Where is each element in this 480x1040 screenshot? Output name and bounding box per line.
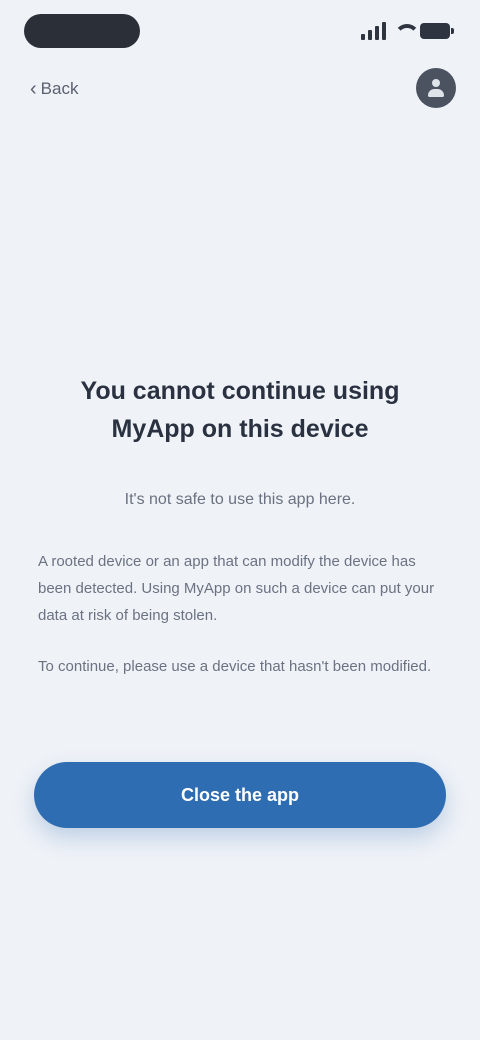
body-paragraph-2: To continue, please use a device that ha… bbox=[38, 658, 432, 675]
page-title: You cannot continue using MyApp on this … bbox=[80, 377, 400, 443]
header: ‹ Back bbox=[0, 66, 480, 116]
blocked-device-screen: 9:41 ‹ Back You cannot continue using My… bbox=[0, 0, 480, 1040]
user-icon bbox=[426, 78, 446, 98]
avatar-button[interactable] bbox=[416, 68, 456, 108]
close-app-button[interactable]: Close the app bbox=[34, 762, 446, 828]
status-bar: 9:41 bbox=[0, 0, 480, 62]
page-subtitle: It's not safe to use this app here. bbox=[124, 491, 356, 508]
message-content: You cannot continue using MyApp on this … bbox=[38, 372, 442, 680]
signal-icon bbox=[361, 22, 386, 40]
battery-icon bbox=[420, 23, 454, 39]
wifi-icon bbox=[394, 24, 420, 38]
back-label: Back bbox=[40, 79, 79, 98]
status-icons bbox=[361, 20, 454, 42]
chevron-left-icon: ‹ bbox=[30, 78, 37, 100]
status-time: 9:41 bbox=[24, 14, 140, 48]
body-paragraph-1: A rooted device or an app that can modif… bbox=[38, 553, 435, 624]
back-button[interactable]: ‹ Back bbox=[30, 76, 78, 102]
